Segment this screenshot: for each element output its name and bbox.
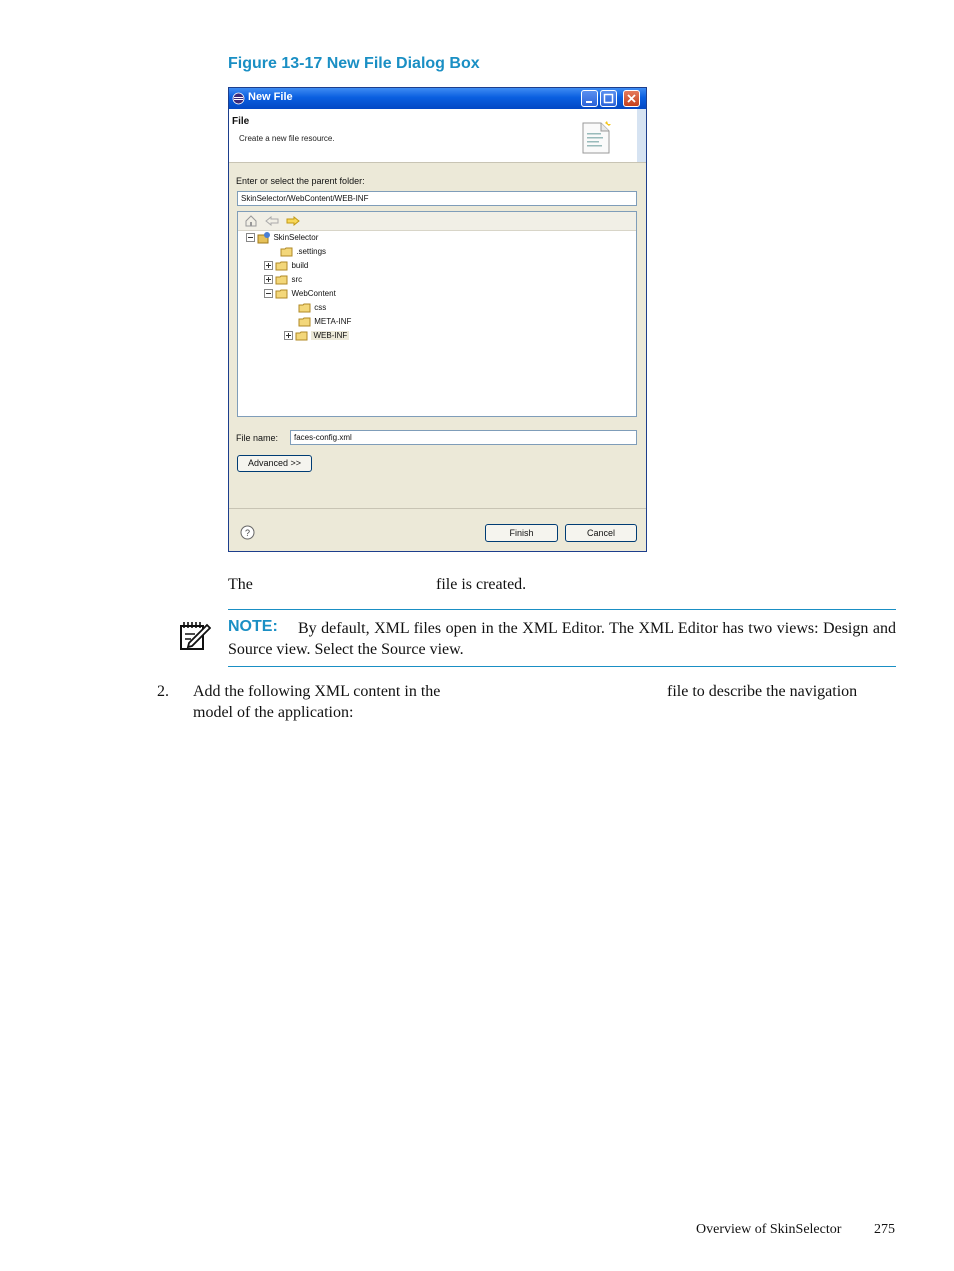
tree-node-label: WEB-INF bbox=[311, 331, 350, 340]
tree-node-label: build bbox=[291, 261, 309, 270]
note-bottom-rule bbox=[228, 666, 896, 667]
tree-node[interactable]: WebContent bbox=[264, 287, 336, 301]
close-icon bbox=[627, 94, 636, 103]
close-button[interactable] bbox=[623, 90, 640, 107]
dialog-titlebar: New File bbox=[229, 88, 646, 109]
tree-node-selected[interactable]: WEB-INF bbox=[284, 329, 350, 343]
wizard-description: Create a new file resource. bbox=[239, 134, 335, 143]
wizard-title: File bbox=[232, 116, 250, 127]
created-prefix: The bbox=[228, 576, 253, 593]
tree-node-label: SkinSelector bbox=[273, 233, 319, 242]
created-suffix: file is created. bbox=[436, 576, 527, 593]
step-text-c: model of the application: bbox=[193, 704, 354, 721]
tree-toolbar bbox=[238, 212, 636, 231]
expand-icon[interactable] bbox=[264, 261, 273, 271]
expand-icon[interactable] bbox=[264, 275, 273, 285]
note-text: By default, XML files open in the XML Ed… bbox=[228, 620, 896, 658]
parent-folder-input[interactable]: SkinSelector/WebContent/WEB-INF bbox=[237, 191, 637, 206]
header-strip bbox=[637, 109, 646, 162]
tree-node[interactable]: src bbox=[264, 273, 302, 287]
new-file-icon bbox=[582, 121, 611, 154]
collapse-icon[interactable] bbox=[246, 233, 255, 243]
new-file-dialog: New File File Create a new file resource… bbox=[228, 87, 647, 552]
note-top-rule bbox=[228, 609, 896, 610]
folder-tree[interactable]: SkinSelector .settings build src WebCont… bbox=[237, 211, 637, 417]
minimize-icon bbox=[586, 101, 592, 103]
eclipse-icon bbox=[232, 92, 245, 105]
step-number: 2. bbox=[157, 683, 169, 700]
back-icon[interactable] bbox=[265, 216, 279, 226]
expand-icon[interactable] bbox=[284, 331, 293, 341]
tree-node-label: src bbox=[291, 275, 303, 284]
folder-icon bbox=[280, 247, 293, 257]
dialog-footer-divider bbox=[229, 508, 646, 509]
footer-section: Overview of SkinSelector bbox=[696, 1222, 842, 1237]
file-name-input[interactable]: faces-config.xml bbox=[290, 430, 637, 445]
tree-node[interactable]: SkinSelector bbox=[246, 231, 318, 245]
tree-node-label: WebContent bbox=[291, 289, 336, 298]
folder-icon bbox=[295, 331, 308, 341]
tree-node-label: META-INF bbox=[314, 317, 352, 326]
advanced-button[interactable]: Advanced >> bbox=[237, 455, 312, 472]
folder-icon bbox=[275, 261, 288, 271]
file-name-label: File name: bbox=[236, 433, 279, 443]
cancel-button[interactable]: Cancel bbox=[565, 524, 637, 542]
note-icon bbox=[180, 622, 211, 650]
dialog-title: New File bbox=[248, 91, 293, 103]
tree-node-label: .settings bbox=[296, 247, 327, 256]
svg-text:?: ? bbox=[245, 528, 250, 538]
finish-button[interactable]: Finish bbox=[485, 524, 558, 542]
home-icon[interactable] bbox=[245, 215, 257, 227]
tree-node[interactable]: build bbox=[264, 259, 308, 273]
tree-node[interactable]: .settings bbox=[280, 245, 326, 259]
folder-icon bbox=[298, 303, 311, 313]
maximize-icon bbox=[603, 93, 614, 104]
maximize-button[interactable] bbox=[600, 90, 617, 107]
help-icon[interactable]: ? bbox=[240, 525, 255, 540]
tree-node-label: css bbox=[314, 303, 327, 312]
forward-icon[interactable] bbox=[286, 216, 300, 226]
page-number: 275 bbox=[874, 1222, 895, 1237]
wizard-header: File Create a new file resource. bbox=[229, 109, 646, 163]
folder-icon bbox=[298, 317, 311, 327]
minimize-button[interactable] bbox=[581, 90, 598, 107]
figure-caption: Figure 13-17 New File Dialog Box bbox=[228, 55, 480, 72]
collapse-icon[interactable] bbox=[264, 289, 273, 299]
folder-icon bbox=[275, 275, 288, 285]
parent-folder-label: Enter or select the parent folder: bbox=[236, 176, 365, 186]
step-text-a: Add the following XML content in the bbox=[193, 683, 441, 700]
tree-node[interactable]: css bbox=[298, 301, 326, 315]
step-text-b: file to describe the navigation bbox=[667, 683, 858, 700]
tree-node[interactable]: META-INF bbox=[298, 315, 351, 329]
project-icon bbox=[257, 232, 271, 244]
folder-open-icon bbox=[275, 289, 288, 299]
